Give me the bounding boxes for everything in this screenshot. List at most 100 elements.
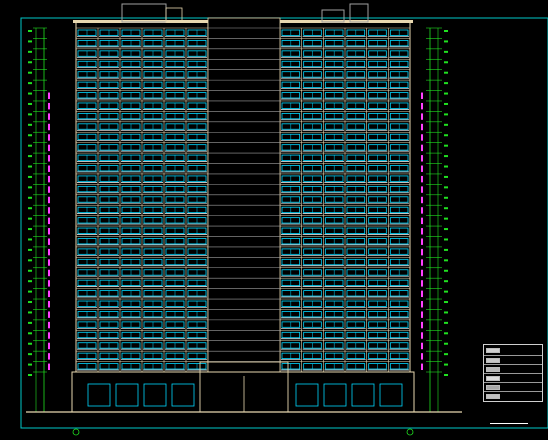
right-level-marker [444, 61, 448, 64]
left-level-marker [28, 113, 32, 116]
left-level-magenta [48, 113, 50, 120]
left-level-magenta [48, 269, 50, 277]
right-level-magenta [421, 280, 423, 287]
left-level-marker [28, 374, 32, 376]
right-level-marker [444, 290, 448, 293]
right-level-magenta [421, 196, 423, 204]
left-level-magenta [48, 238, 50, 245]
shop-front-left [143, 383, 167, 407]
right-level-magenta [421, 269, 423, 277]
right-level-magenta [421, 217, 423, 225]
left-level-marker [28, 228, 32, 231]
left-level-magenta [48, 165, 50, 172]
left-level-magenta [48, 321, 50, 329]
left-level-magenta [48, 123, 50, 131]
right-level-marker [444, 134, 448, 137]
left-level-magenta [48, 311, 50, 318]
right-level-marker [444, 113, 448, 116]
right-level-marker [444, 342, 448, 345]
left-level-marker [28, 332, 32, 335]
shop-front-right [351, 383, 375, 407]
right-level-marker [444, 102, 448, 105]
right-level-magenta [421, 259, 423, 266]
right-level-marker [444, 311, 448, 314]
left-level-marker [28, 61, 32, 64]
right-level-marker [444, 123, 448, 126]
left-level-marker [28, 342, 32, 345]
right-level-magenta [421, 175, 423, 183]
left-roof-machine-room [121, 3, 167, 23]
left-level-marker [28, 50, 32, 53]
legend-row [484, 346, 542, 355]
right-level-magenta [421, 134, 423, 141]
right-level-marker [444, 175, 448, 178]
right-level-magenta [421, 363, 423, 370]
legend-swatch [486, 358, 500, 363]
left-level-marker [28, 144, 32, 147]
right-level-marker [444, 374, 448, 376]
right-level-magenta [421, 102, 423, 110]
left-level-marker [28, 30, 32, 32]
left-level-magenta [48, 280, 50, 287]
left-level-magenta [48, 332, 50, 339]
right-level-magenta [421, 123, 423, 131]
left-level-marker [28, 207, 32, 210]
legend-swatch [486, 348, 500, 353]
shop-front-left [87, 383, 111, 407]
legend-row [484, 355, 542, 364]
legend-label [503, 375, 525, 381]
shop-front-left [115, 383, 139, 407]
left-level-magenta [48, 134, 50, 141]
left-level-marker [28, 155, 32, 158]
left-level-magenta [48, 342, 50, 350]
right-level-magenta [421, 186, 423, 193]
legend-swatch [486, 367, 500, 372]
right-level-magenta [421, 301, 423, 308]
right-level-marker [444, 280, 448, 283]
left-level-marker [28, 175, 32, 178]
right-level-marker [444, 301, 448, 304]
left-level-marker [28, 353, 32, 356]
left-level-marker [28, 280, 32, 283]
right-level-marker [444, 269, 448, 272]
left-level-marker [28, 196, 32, 199]
right-level-marker [444, 217, 448, 220]
legend-row [484, 382, 542, 391]
left-level-marker [28, 40, 32, 43]
left-level-magenta [48, 144, 50, 152]
right-level-marker [444, 30, 448, 32]
right-level-marker [444, 92, 448, 95]
left-level-marker [28, 165, 32, 168]
left-level-marker [28, 269, 32, 272]
left-level-marker [28, 363, 32, 366]
left-level-marker [28, 92, 32, 95]
right-level-magenta [421, 353, 423, 360]
cad-drawing-stage [0, 0, 548, 440]
right-level-marker [444, 332, 448, 335]
right-level-magenta [421, 207, 423, 214]
left-level-magenta [48, 228, 50, 235]
right-level-marker [444, 238, 448, 241]
left-level-magenta [48, 301, 50, 308]
material-legend [483, 344, 543, 402]
right-roof-stair [349, 3, 369, 23]
right-level-magenta [421, 342, 423, 350]
legend-code [527, 357, 541, 363]
legend-code [527, 375, 541, 381]
left-level-marker [28, 71, 32, 74]
right-level-marker [444, 71, 448, 74]
shop-front-right [379, 383, 403, 407]
right-level-magenta [421, 92, 423, 99]
right-level-marker [444, 248, 448, 251]
shop-front-left [171, 383, 195, 407]
right-level-magenta [421, 165, 423, 172]
right-wing-parapet [277, 20, 413, 23]
legend-swatch [486, 394, 500, 399]
right-level-marker [444, 196, 448, 199]
right-level-magenta [421, 332, 423, 339]
right-level-magenta [421, 144, 423, 152]
right-level-magenta [421, 311, 423, 318]
legend-swatch [486, 376, 500, 381]
legend-label [503, 366, 525, 372]
right-level-marker [444, 144, 448, 147]
